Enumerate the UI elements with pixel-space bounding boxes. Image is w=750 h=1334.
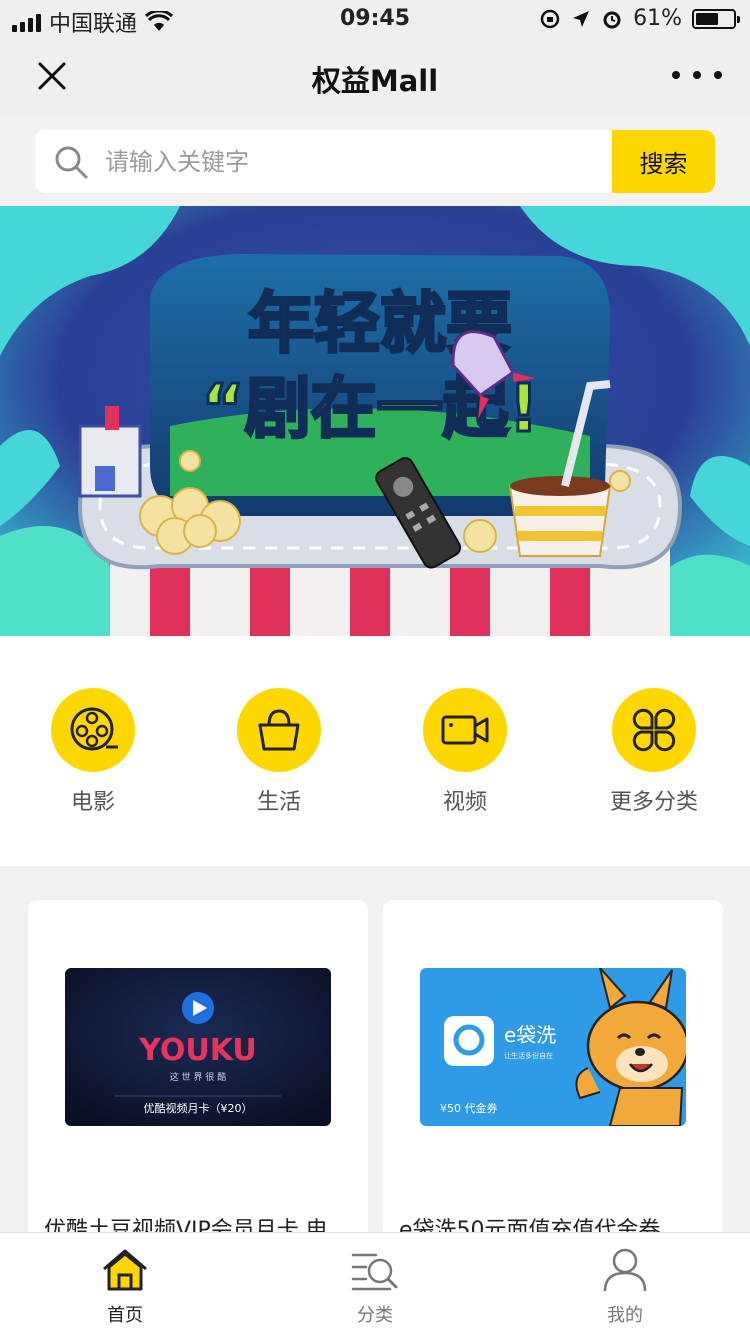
video-camera-icon [423, 688, 507, 772]
product-card-youku[interactable]: YOUKU 这 世 界 很 酷 优酷视频月卡（¥20） 优酷土豆视频VIP会员月… [28, 900, 368, 1240]
battery-icon [692, 8, 740, 29]
edaixi-brand: e袋洗 [504, 1023, 556, 1047]
product-card-edaixi[interactable]: e袋洗 让生活多份自在 ¥50 代金券 e袋洗50元面值充值代金券 [383, 900, 723, 1240]
battery-percent: 61% [633, 6, 682, 31]
category-item-more[interactable]: 更多分类 [579, 688, 729, 816]
search-icon [55, 146, 88, 179]
category-grid: 电影 生活 视频 更多分类 [0, 636, 750, 866]
product-image-edaixi: e袋洗 让生活多份自在 ¥50 代金券 [420, 968, 686, 1126]
category-item-movie[interactable]: 电影 [18, 688, 168, 816]
four-leaf-icon [612, 688, 696, 772]
product-image-youku: YOUKU 这 世 界 很 酷 优酷视频月卡（¥20） [65, 968, 331, 1126]
tab-home[interactable]: 首页 [65, 1247, 185, 1327]
category-label: 更多分类 [609, 790, 698, 815]
youku-caption: 优酷视频月卡（¥20） [144, 1101, 253, 1115]
status-right: 61% [539, 6, 740, 31]
edaixi-caption: ¥50 代金券 [440, 1101, 498, 1115]
search-button[interactable]: 搜索 [612, 130, 715, 193]
search-box: 搜索 [35, 130, 715, 193]
search-area: 搜索 [0, 116, 750, 206]
youku-tagline: 这 世 界 很 酷 [170, 1071, 226, 1083]
page-title: 权益Mall [311, 64, 439, 98]
tab-profile[interactable]: 我的 [565, 1247, 685, 1327]
home-icon [103, 1249, 147, 1291]
location-icon [573, 10, 590, 27]
category-item-life[interactable]: 生活 [204, 688, 354, 816]
tab-label: 首页 [107, 1305, 143, 1326]
product-list: YOUKU 这 世 界 很 酷 优酷视频月卡（¥20） 优酷土豆视频VIP会员月… [0, 866, 750, 1240]
user-icon [603, 1248, 647, 1292]
tab-bar: 首页 分类 我的 [0, 1232, 750, 1334]
status-bar: 中国联通 09:45 61% [0, 0, 750, 40]
edaixi-tagline: 让生活多份自在 [504, 1051, 553, 1060]
category-item-video[interactable]: 视频 [390, 688, 540, 816]
youku-brand: YOUKU [138, 1033, 257, 1068]
shopping-bag-icon [237, 688, 321, 772]
tab-category[interactable]: 分类 [315, 1247, 435, 1327]
film-reel-icon [51, 688, 135, 772]
tab-label: 我的 [607, 1305, 643, 1326]
promo-banner[interactable]: 年轻就要 “剧在一起! [0, 206, 750, 636]
category-label: 生活 [256, 790, 301, 815]
more-dots-icon[interactable] [672, 60, 722, 90]
category-label: 电影 [70, 790, 115, 815]
tab-label: 分类 [357, 1305, 393, 1326]
orientation-lock-icon [540, 9, 560, 28]
category-label: 视频 [442, 790, 487, 815]
search-input[interactable] [105, 130, 605, 193]
nav-bar: 权益Mall [0, 40, 750, 116]
alarm-icon [603, 11, 621, 28]
category-search-icon [351, 1253, 398, 1291]
